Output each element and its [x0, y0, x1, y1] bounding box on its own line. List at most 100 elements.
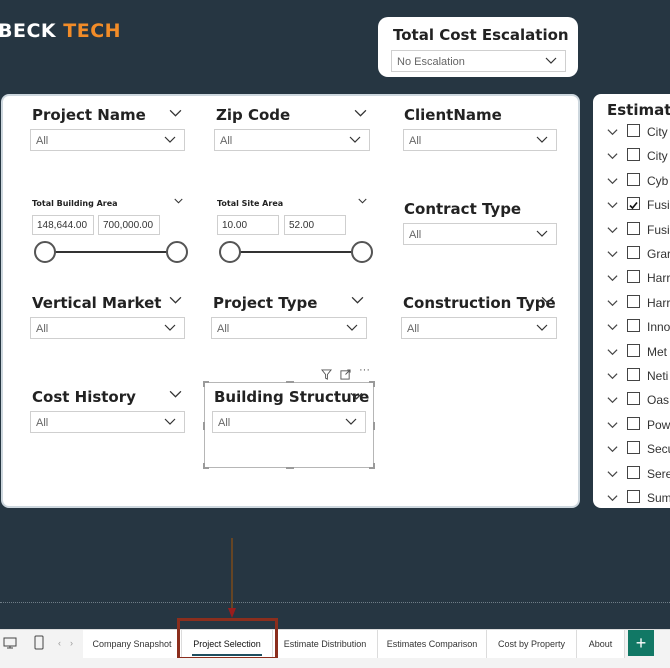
desktop-layout-icon[interactable] — [3, 636, 17, 655]
chevron-down-icon[interactable] — [169, 387, 182, 400]
resize-handle[interactable] — [203, 381, 205, 387]
estimate-checkbox[interactable] — [627, 221, 640, 235]
resize-handle[interactable] — [286, 381, 294, 383]
tab-about[interactable]: About — [577, 630, 625, 659]
tab-label: Estimate Distribution — [283, 639, 367, 649]
chevron-down-icon[interactable] — [350, 389, 363, 402]
chevron-down-icon[interactable] — [174, 196, 183, 205]
add-page-button[interactable]: + — [628, 630, 654, 656]
estimate-list-item[interactable]: Inno — [593, 317, 670, 337]
scroll-left-icon[interactable]: ‹ — [58, 638, 61, 648]
estimate-checkbox[interactable] — [627, 270, 640, 284]
chevron-down-icon[interactable] — [358, 196, 367, 205]
resize-handle[interactable] — [373, 381, 375, 387]
client-name-dropdown[interactable]: All — [403, 129, 557, 151]
estimate-list-item[interactable]: Harr — [593, 293, 670, 313]
estimate-label: Grar — [647, 247, 670, 261]
tab-company-snapshot[interactable]: Company Snapshot — [83, 630, 182, 659]
tab-estimates-comparison[interactable]: Estimates Comparison — [378, 630, 487, 659]
expand-chevron-icon[interactable] — [607, 297, 618, 308]
more-options-icon[interactable]: ··· — [359, 364, 370, 376]
building-area-range-slider[interactable] — [34, 241, 188, 263]
estimate-checkbox[interactable] — [627, 246, 640, 259]
chevron-down-icon[interactable] — [354, 106, 367, 119]
expand-chevron-icon[interactable] — [607, 443, 618, 454]
project-type-dropdown[interactable]: All — [211, 317, 367, 339]
site-area-range-slider[interactable] — [219, 241, 373, 263]
estimate-checkbox[interactable] — [627, 368, 640, 381]
input-value: 52.00 — [289, 220, 315, 231]
vertical-market-dropdown[interactable]: All — [30, 317, 185, 339]
estimate-checkbox[interactable] — [627, 319, 640, 333]
expand-chevron-icon[interactable] — [607, 492, 618, 503]
estimate-checkbox[interactable] — [627, 343, 640, 357]
resize-handle[interactable] — [373, 422, 375, 430]
site-area-max-input[interactable]: 52.00 — [284, 215, 346, 235]
estimate-list-item[interactable]: City — [593, 122, 670, 142]
slider-min-handle[interactable] — [219, 241, 241, 263]
tab-cost-by-property[interactable]: Cost by Property — [487, 630, 577, 659]
estimate-list-item[interactable]: Sere — [593, 464, 670, 484]
expand-chevron-icon[interactable] — [607, 468, 618, 479]
construction-type-dropdown[interactable]: All — [401, 317, 557, 339]
estimate-checkbox[interactable] — [627, 490, 640, 503]
estimate-checkbox[interactable] — [627, 172, 640, 186]
scroll-right-icon[interactable]: › — [70, 638, 73, 648]
expand-chevron-icon[interactable] — [607, 248, 618, 259]
estimate-list-item[interactable]: Pow — [593, 415, 670, 435]
project-name-dropdown[interactable]: All — [30, 129, 185, 151]
estimate-list-item[interactable]: Secu — [593, 439, 670, 459]
chevron-down-icon[interactable] — [351, 293, 364, 306]
resize-handle[interactable] — [203, 463, 205, 469]
estimate-list-item[interactable]: Cyb — [593, 171, 670, 191]
expand-chevron-icon[interactable] — [607, 370, 618, 381]
site-area-min-input[interactable]: 10.00 — [217, 215, 279, 235]
estimate-list-item[interactable]: Oas — [593, 390, 670, 410]
estimate-checkbox[interactable] — [627, 148, 640, 162]
chevron-down-icon[interactable] — [169, 106, 182, 119]
expand-chevron-icon[interactable] — [607, 150, 618, 161]
expand-chevron-icon[interactable] — [607, 272, 618, 283]
expand-chevron-icon[interactable] — [607, 199, 618, 210]
estimate-list-item[interactable]: City — [593, 146, 670, 166]
cost-history-dropdown[interactable]: All — [30, 411, 185, 433]
expand-chevron-icon[interactable] — [607, 394, 618, 405]
estimate-list-item[interactable]: Neti — [593, 366, 670, 386]
zip-code-dropdown[interactable]: All — [214, 129, 370, 151]
estimate-label: Fusi — [647, 222, 670, 237]
expand-chevron-icon[interactable] — [607, 224, 618, 235]
estimate-checkbox[interactable] — [627, 441, 640, 455]
estimate-checkbox[interactable] — [627, 124, 640, 137]
estimate-list-item[interactable]: Harr — [593, 268, 670, 288]
building-area-max-input[interactable]: 700,000.00 — [98, 215, 160, 235]
estimate-checkbox[interactable] — [627, 465, 640, 479]
expand-chevron-icon[interactable] — [607, 175, 618, 186]
building-structure-dropdown[interactable]: All — [212, 411, 366, 433]
tab-estimate-distribution[interactable]: Estimate Distribution — [273, 630, 378, 659]
estimate-list-item[interactable]: Fusi — [593, 195, 670, 215]
slider-min-handle[interactable] — [34, 241, 56, 263]
total-cost-escalation-dropdown[interactable]: No Escalation — [391, 50, 566, 72]
estimate-list-item[interactable]: Sum — [593, 488, 670, 508]
mobile-layout-icon[interactable] — [34, 635, 44, 655]
slider-max-handle[interactable] — [351, 241, 373, 263]
estimate-checkbox[interactable] — [627, 294, 640, 308]
resize-handle[interactable] — [373, 463, 375, 469]
chevron-down-icon[interactable] — [169, 293, 182, 306]
estimate-list-item[interactable]: Grar — [593, 244, 670, 264]
expand-chevron-icon[interactable] — [607, 126, 618, 137]
estimate-checkbox[interactable] — [627, 416, 640, 430]
resize-handle[interactable] — [286, 467, 294, 469]
estimate-list-item[interactable]: Fusi — [593, 220, 670, 240]
expand-chevron-icon[interactable] — [607, 419, 618, 430]
chevron-down-icon[interactable] — [541, 293, 554, 306]
estimate-checkbox[interactable] — [627, 392, 640, 406]
expand-chevron-icon[interactable] — [607, 321, 618, 332]
expand-chevron-icon[interactable] — [607, 346, 618, 357]
estimate-list-item[interactable]: Met — [593, 342, 670, 362]
contract-type-dropdown[interactable]: All — [403, 223, 557, 245]
slider-max-handle[interactable] — [166, 241, 188, 263]
resize-handle[interactable] — [203, 422, 205, 430]
estimate-checkbox[interactable] — [627, 197, 640, 211]
building-area-min-input[interactable]: 148,644.00 — [32, 215, 94, 235]
